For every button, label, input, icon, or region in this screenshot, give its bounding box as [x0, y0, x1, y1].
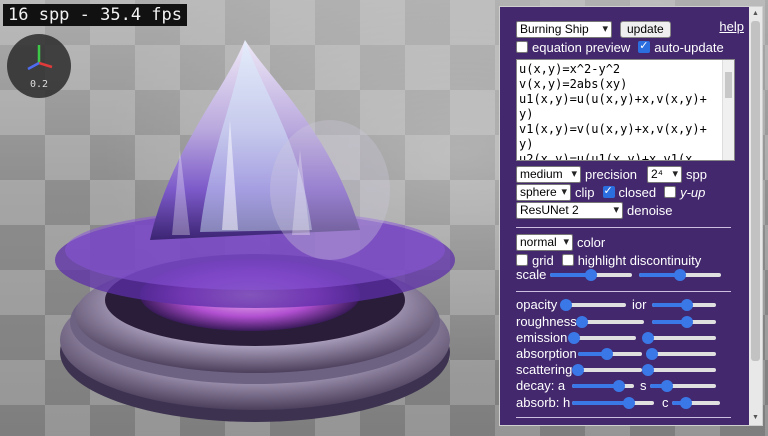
decay-a-label: decay: a	[516, 378, 566, 393]
slider-knob[interactable]	[646, 348, 658, 360]
scroll-up-arrow-icon[interactable]: ▲	[749, 9, 762, 19]
roughness-slider-2[interactable]	[652, 315, 716, 329]
panel-scrollbar[interactable]: ▲ ▼	[749, 7, 762, 425]
opacity-slider[interactable]	[560, 298, 626, 312]
scroll-thumb[interactable]	[751, 21, 760, 361]
roughness-label: roughness	[516, 314, 577, 329]
settings-panel: ▲ ▼ Burning Ship update help equation pr…	[499, 6, 763, 426]
closed-checkbox[interactable]	[602, 184, 615, 198]
slider-track[interactable]	[648, 336, 716, 340]
absorb-c-slider[interactable]	[672, 396, 720, 410]
slider-knob[interactable]	[612, 380, 625, 392]
equation-preview-label: equation preview	[532, 39, 631, 55]
absorption-slider[interactable]	[578, 347, 642, 361]
slider-knob[interactable]	[568, 332, 580, 344]
color-select[interactable]: normal	[516, 233, 573, 251]
ior-label: ior	[632, 297, 647, 312]
absorb-h-label: absorb: h	[516, 395, 571, 410]
emission-label: emission	[516, 330, 568, 345]
precision-label: precision	[585, 166, 638, 182]
code-line: y)	[519, 137, 534, 151]
slider-knob[interactable]	[585, 269, 597, 281]
scale-slider-2[interactable]	[639, 268, 721, 282]
emission-slider[interactable]	[568, 331, 636, 345]
code-line: v(x,y)=2abs(xy)	[519, 77, 628, 91]
scattering-label: scattering	[516, 362, 573, 377]
code-line: u2(x,y)=u(u1(x,y)+x,v1(x,	[519, 152, 700, 161]
grid-checkbox[interactable]	[516, 254, 528, 266]
fps-counter: 16 spp - 35.4 fps	[3, 4, 187, 26]
grid-label: grid	[532, 252, 554, 268]
decay-s-slider[interactable]	[650, 379, 716, 393]
divider	[516, 227, 731, 228]
color-label: color	[577, 234, 606, 250]
denoise-select[interactable]: ResUNet 2	[516, 201, 623, 219]
scale-slider-1[interactable]	[550, 268, 632, 282]
scale-label: scale	[516, 267, 547, 282]
scattering-slider[interactable]	[572, 363, 642, 377]
slider-knob[interactable]	[642, 332, 654, 344]
slider-knob[interactable]	[681, 299, 694, 311]
slider-knob[interactable]	[600, 348, 613, 360]
code-line: u1(x,y)=u(u(x,y)+x,v(x,y)+	[519, 92, 707, 106]
fractal-render	[55, 40, 455, 422]
absorb-h-slider[interactable]	[572, 396, 654, 410]
equation-editor[interactable]: u(x,y)=x^2-y^2 v(x,y)=2abs(xy) u1(x,y)=u…	[516, 59, 735, 161]
gizmo-value: 0.2	[29, 79, 49, 90]
slider-track[interactable]	[578, 368, 642, 372]
denoise-label: denoise	[627, 202, 673, 218]
auto-update-checkbox[interactable]	[638, 39, 651, 53]
slider-track[interactable]	[574, 336, 636, 340]
y-up-checkbox[interactable]	[664, 186, 677, 198]
slider-knob[interactable]	[576, 316, 588, 328]
spp-select[interactable]: 2⁴	[647, 165, 683, 183]
slider-knob[interactable]	[660, 380, 673, 392]
absorb-c-label: c	[662, 395, 669, 410]
clip-label: clip	[575, 184, 595, 200]
absorption-label: absorption	[516, 346, 577, 361]
highlight-discontinuity-label: highlight discontinuity	[577, 252, 702, 268]
slider-track[interactable]	[652, 352, 716, 356]
opacity-label: opacity	[516, 297, 558, 312]
clip-select[interactable]: sphere	[516, 183, 571, 201]
slider-knob[interactable]	[572, 364, 584, 376]
slider-knob[interactable]	[681, 316, 694, 328]
spp-label: spp	[686, 166, 707, 182]
code-line: y)	[519, 107, 534, 121]
slider-knob[interactable]	[680, 397, 693, 409]
decay-s-label: s	[640, 378, 647, 393]
equation-preview-checkbox[interactable]	[516, 41, 528, 53]
code-line: u(x,y)=x^2-y^2	[519, 62, 621, 76]
auto-update-label: auto-update	[654, 39, 724, 55]
slider-track[interactable]	[566, 303, 626, 307]
decay-a-slider[interactable]	[572, 379, 634, 393]
roughness-slider[interactable]	[576, 315, 644, 329]
divider	[516, 417, 731, 418]
update-button[interactable]: update	[620, 20, 671, 38]
closed-label: closed	[618, 184, 657, 200]
help-link[interactable]: help	[719, 19, 744, 34]
slider-track[interactable]	[648, 368, 716, 372]
slider-knob[interactable]	[674, 269, 686, 281]
axis-gizmo[interactable]: 0.2	[6, 33, 72, 99]
absorption-slider-2[interactable]	[646, 347, 716, 361]
ior-slider[interactable]	[652, 298, 716, 312]
code-line: v1(x,y)=v(u(x,y)+x,v(x,y)+	[519, 122, 707, 136]
divider	[516, 291, 731, 292]
precision-select[interactable]: medium	[516, 165, 581, 183]
slider-knob[interactable]	[642, 364, 654, 376]
fractal-select[interactable]: Burning Ship	[516, 20, 612, 38]
slider-knob[interactable]	[560, 299, 572, 311]
scroll-down-arrow-icon[interactable]: ▼	[749, 413, 762, 423]
emission-slider-2[interactable]	[642, 331, 716, 345]
y-up-label: y-up	[680, 184, 706, 200]
slider-fill	[572, 384, 619, 388]
highlight-discontinuity-checkbox[interactable]	[561, 254, 574, 266]
slider-fill	[572, 401, 630, 405]
scattering-slider-2[interactable]	[642, 363, 716, 377]
slider-knob[interactable]	[623, 397, 636, 409]
slider-track[interactable]	[582, 320, 644, 324]
editor-scrollbar[interactable]	[722, 60, 734, 160]
